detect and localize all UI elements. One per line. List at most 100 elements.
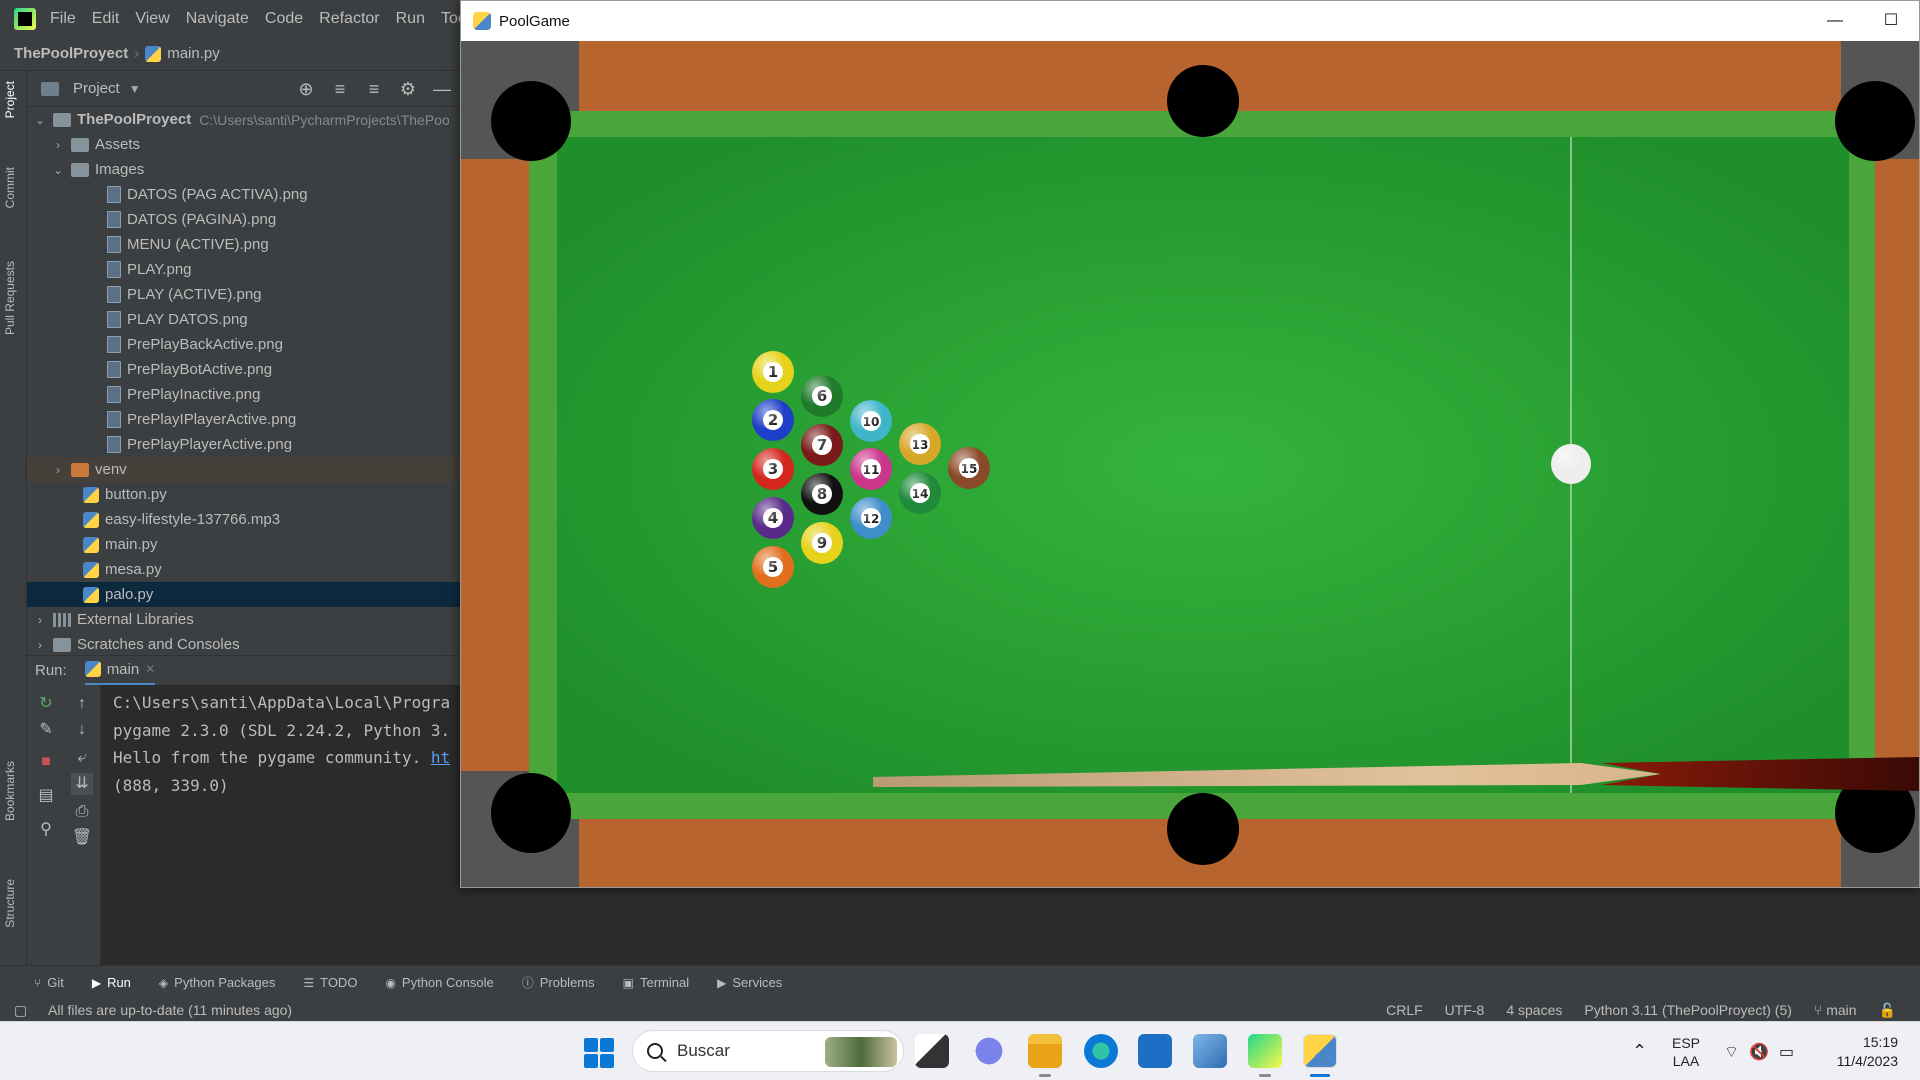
soft-wrap-icon[interactable]: ⤶: [71, 747, 93, 769]
tool-tab-git[interactable]: ⑂ Git: [34, 975, 64, 990]
tree-folder-assets[interactable]: › Assets: [27, 132, 460, 157]
tree-file[interactable]: DATOS (PAGINA).png: [27, 207, 460, 232]
scratches-icon: [53, 637, 71, 652]
tree-file[interactable]: DATOS (PAG ACTIVA).png: [27, 182, 460, 207]
menu-run[interactable]: Run: [396, 10, 425, 28]
chevron-right-icon[interactable]: ›: [33, 613, 47, 627]
tool-tab-todo[interactable]: ☰ TODO: [303, 975, 357, 990]
run-tab-main[interactable]: main ✕: [84, 656, 156, 686]
stop-icon[interactable]: ■: [35, 751, 57, 773]
minimize-button[interactable]: —: [1807, 1, 1863, 41]
tray-chevron-up-icon[interactable]: ⌃: [1632, 1022, 1647, 1080]
input-language[interactable]: ESP LAA: [1672, 1022, 1700, 1080]
pycharm-taskbar-icon[interactable]: [1248, 1034, 1282, 1068]
breadcrumb-project[interactable]: ThePoolProyect: [14, 45, 128, 62]
maximize-button[interactable]: ☐: [1863, 1, 1919, 41]
trash-icon[interactable]: 🗑: [71, 827, 93, 849]
chevron-down-icon[interactable]: ⌄: [33, 113, 47, 127]
minimize-icon[interactable]: —: [432, 79, 452, 99]
console-link[interactable]: ht: [431, 748, 450, 767]
menu-refactor[interactable]: Refactor: [319, 10, 379, 28]
microsoft-store-icon[interactable]: [1138, 1034, 1172, 1068]
lock-icon[interactable]: 🔓: [1879, 1002, 1896, 1019]
layout-icon[interactable]: ▤: [35, 785, 57, 807]
expand-all-icon[interactable]: ≡: [330, 79, 350, 99]
tree-root[interactable]: ⌄ ThePoolProyect C:\Users\santi\PycharmP…: [27, 107, 460, 132]
tree-file-selected[interactable]: palo.py: [27, 582, 460, 607]
tool-tab-python-packages[interactable]: ◈ Python Packages: [159, 975, 275, 990]
tool-tab-terminal[interactable]: ▣ Terminal: [623, 975, 689, 990]
tree-file[interactable]: PrePlayPlayerActive.png: [27, 432, 460, 457]
taskbar-search[interactable]: Buscar: [632, 1030, 904, 1072]
chevron-right-icon[interactable]: ›: [51, 138, 65, 152]
tree-file[interactable]: PrePlayInactive.png: [27, 382, 460, 407]
tool-tab-run[interactable]: ▶ Run: [92, 975, 131, 990]
windows-start-icon[interactable]: [584, 1038, 614, 1068]
teams-chat-icon[interactable]: [972, 1034, 1006, 1068]
tree-file[interactable]: PrePlayIPlayerActive.png: [27, 407, 460, 432]
tree-file[interactable]: PLAY.png: [27, 257, 460, 282]
task-view-icon[interactable]: [915, 1034, 949, 1068]
menu-file[interactable]: File: [50, 10, 76, 28]
panel-toggle-icon[interactable]: ▢: [14, 1002, 27, 1019]
status-branch[interactable]: ⑂ main: [1814, 1002, 1857, 1019]
menu-view[interactable]: View: [135, 10, 169, 28]
pygame-taskbar-icon[interactable]: [1303, 1034, 1337, 1068]
print-icon[interactable]: ⎙: [71, 801, 93, 823]
status-interpreter[interactable]: Python 3.11 (ThePoolProyect) (5): [1584, 1002, 1792, 1019]
file-explorer-icon[interactable]: [1028, 1034, 1062, 1068]
remote-desktop-icon[interactable]: [1193, 1034, 1227, 1068]
arrow-up-icon[interactable]: ↑: [71, 693, 93, 715]
chevron-right-icon[interactable]: ›: [33, 638, 47, 652]
tree-file[interactable]: PLAY DATOS.png: [27, 307, 460, 332]
tree-file[interactable]: PLAY (ACTIVE).png: [27, 282, 460, 307]
close-icon[interactable]: ✕: [145, 662, 155, 676]
rerun-icon[interactable]: ↻: [35, 693, 57, 715]
active-indicator: [1310, 1074, 1330, 1077]
tree-file[interactable]: main.py: [27, 532, 460, 557]
tool-tab-services[interactable]: ▶ Services: [717, 975, 782, 990]
menu-edit[interactable]: Edit: [92, 10, 120, 28]
ball-shine: [752, 497, 794, 539]
status-line-separator[interactable]: CRLF: [1386, 1002, 1423, 1019]
tree-folder-venv[interactable]: › venv: [27, 457, 460, 482]
system-tray-icons[interactable]: ⌔ 🔇 ▭: [1724, 1022, 1794, 1080]
menu-code[interactable]: Code: [265, 10, 303, 28]
stripe-tab-project[interactable]: Project: [3, 81, 17, 118]
tree-file[interactable]: easy-lifestyle-137766.mp3: [27, 507, 460, 532]
chevron-down-icon[interactable]: ▼: [128, 82, 142, 96]
locate-icon[interactable]: ⊕: [296, 79, 316, 99]
scroll-to-end-icon[interactable]: ⇊: [71, 773, 93, 795]
menu-navigate[interactable]: Navigate: [186, 10, 249, 28]
breadcrumb-file[interactable]: main.py: [167, 45, 220, 62]
stripe-tab-bookmarks[interactable]: Bookmarks: [3, 761, 17, 821]
tree-external-libraries[interactable]: › External Libraries: [27, 607, 460, 632]
chevron-down-icon[interactable]: ⌄: [51, 163, 65, 177]
arrow-down-icon[interactable]: ↓: [71, 719, 93, 741]
project-panel-title[interactable]: Project: [73, 80, 120, 97]
chevron-right-icon[interactable]: ›: [51, 463, 65, 477]
edge-browser-icon[interactable]: [1084, 1034, 1118, 1068]
tree-folder-images[interactable]: ⌄ Images: [27, 157, 460, 182]
clock[interactable]: 15:19 11/4/2023: [1826, 1022, 1898, 1080]
tool-tab-python-console[interactable]: ◉ Python Console: [385, 975, 493, 990]
stripe-tab-pull-requests[interactable]: Pull Requests: [3, 261, 17, 335]
stripe-tab-commit[interactable]: Commit: [3, 167, 17, 208]
status-indent[interactable]: 4 spaces: [1506, 1002, 1562, 1019]
game-canvas[interactable]: 123456789101112131415: [461, 41, 1919, 887]
tree-scratches[interactable]: › Scratches and Consoles: [27, 632, 460, 655]
pin-icon[interactable]: ⚲: [35, 819, 57, 841]
tree-file[interactable]: PrePlayBotActive.png: [27, 357, 460, 382]
tree-file[interactable]: PrePlayBackActive.png: [27, 332, 460, 357]
stripe-tab-structure[interactable]: Structure: [3, 879, 17, 928]
tree-file[interactable]: button.py: [27, 482, 460, 507]
collapse-all-icon[interactable]: ≡: [364, 79, 384, 99]
run-console[interactable]: C:\Users\santi\AppData\Local\Progra pyga…: [101, 685, 460, 965]
poolgame-titlebar[interactable]: PoolGame — ☐: [461, 1, 1919, 41]
tool-tab-problems[interactable]: ⓘ Problems: [522, 974, 595, 991]
status-encoding[interactable]: UTF-8: [1445, 1002, 1485, 1019]
tree-file[interactable]: MENU (ACTIVE).png: [27, 232, 460, 257]
tree-file[interactable]: mesa.py: [27, 557, 460, 582]
wrench-icon[interactable]: ✎: [35, 719, 57, 741]
gear-icon[interactable]: ⚙: [398, 79, 418, 99]
